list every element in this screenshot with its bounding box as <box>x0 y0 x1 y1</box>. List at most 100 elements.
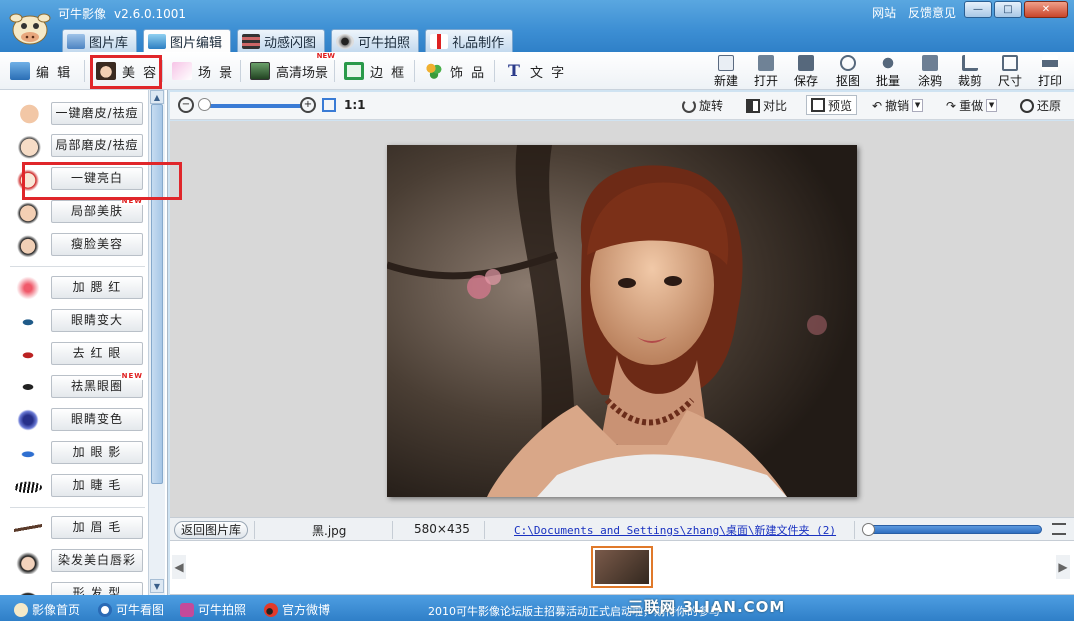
list-item: 局部磨皮/祛痘 <box>14 133 144 159</box>
open-button[interactable]: 打开 <box>748 55 784 89</box>
minimize-button[interactable]: — <box>964 1 992 18</box>
tool-label: 尺寸 <box>997 74 1022 88</box>
camera-link[interactable]: 可牛拍照 <box>180 601 246 618</box>
subtab-text[interactable]: T 文 字 <box>504 58 566 84</box>
zoom-in-icon[interactable]: + <box>300 97 316 113</box>
weibo-link[interactable]: 官方微博 <box>264 601 330 618</box>
animation-icon <box>242 33 261 49</box>
enlarge-eyes-button[interactable]: 眼睛变大 <box>51 309 143 332</box>
partial-skin-button[interactable]: 局部美肤 NEW <box>51 197 144 223</box>
list-item: 祛黑眼圈 NEW <box>14 372 144 400</box>
sub-toolbar: 编 辑 美 容 场 景 高清场景 NEW 边 框 饰 品 T 文 字 新建 打开… <box>0 52 1074 90</box>
redo-button[interactable]: ↷ 重做 ▼ <box>946 97 998 114</box>
viewer-link[interactable]: 可牛看图 <box>98 601 164 618</box>
add-blush-button[interactable]: 加 腮 红 <box>51 276 143 299</box>
filmstrip-next-icon[interactable]: ▶ <box>1056 555 1070 579</box>
link-label: 影像首页 <box>32 603 81 617</box>
subtab-hd-scene[interactable]: 高清场景 NEW <box>250 52 337 84</box>
rotate-button[interactable]: 旋转 <box>682 97 723 114</box>
fit-window-icon[interactable] <box>322 98 336 112</box>
zoom-out-icon[interactable]: − <box>178 97 194 113</box>
crop-button[interactable]: 裁剪 <box>952 55 988 89</box>
subtab-frame[interactable]: 边 框 <box>344 58 406 84</box>
divider <box>10 266 145 267</box>
filmstrip-prev-icon[interactable]: ◀ <box>172 555 186 579</box>
undo-button[interactable]: ↶ 撤销 ▼ <box>872 97 924 114</box>
remove-dark-circles-button[interactable]: 祛黑眼圈 NEW <box>51 372 144 398</box>
home-link[interactable]: 影像首页 <box>14 601 80 618</box>
subtab-label: 高清场景 <box>276 65 329 81</box>
new-button[interactable]: 新建 <box>708 55 744 89</box>
slider-handle[interactable] <box>862 523 875 536</box>
close-button[interactable]: ✕ <box>1024 1 1068 18</box>
subtab-label: 饰 品 <box>450 65 487 81</box>
slim-face-icon <box>14 232 42 258</box>
zoom-slider-handle[interactable] <box>198 98 211 111</box>
beauty-tab-highlight <box>90 55 162 89</box>
restore-icon <box>1020 98 1034 113</box>
zoom-slider[interactable] <box>202 104 302 108</box>
print-button[interactable]: 打印 <box>1032 55 1068 89</box>
batch-button[interactable]: 批量 <box>870 55 906 89</box>
list-item: 瘦脸美容 <box>14 232 144 258</box>
printer-icon <box>1042 55 1058 71</box>
hair-dye-icon <box>14 548 42 574</box>
subtab-edit[interactable]: 编 辑 <box>10 58 72 84</box>
add-eyebrow-button[interactable]: 加 眉 毛 <box>51 516 143 539</box>
main-tabs: 图片库 图片编辑 动感闪图 可牛拍照 礼品制作 <box>62 29 514 52</box>
thumbnail-item[interactable] <box>591 546 653 588</box>
hairstyle-button[interactable]: 形 发 型 <box>51 582 143 595</box>
photo-preview[interactable] <box>387 145 857 497</box>
scroll-down-icon[interactable]: ▼ <box>150 579 164 593</box>
tab-animation[interactable]: 动感闪图 <box>237 29 326 52</box>
top-links: 网站 反馈意见 <box>864 4 956 21</box>
maximize-button[interactable]: □ <box>994 1 1022 18</box>
slim-face-button[interactable]: 瘦脸美容 <box>51 233 143 256</box>
cutout-icon <box>840 55 856 71</box>
cutout-button[interactable]: 抠图 <box>830 55 866 89</box>
app-title: 可牛影像 v2.6.0.1001 <box>58 5 186 22</box>
subtab-label: 文 字 <box>530 65 567 81</box>
zoom-actual-size[interactable]: 1:1 <box>344 98 366 112</box>
tab-gift[interactable]: 礼品制作 <box>425 29 514 52</box>
file-path-link[interactable]: C:\Documents and Settings\zhang\桌面\新建文件夹… <box>514 522 836 538</box>
menu-icon[interactable] <box>1052 523 1066 535</box>
image-canvas[interactable] <box>170 121 1074 517</box>
one-click-smooth-button[interactable]: 一键磨皮/祛痘 <box>51 102 143 125</box>
subtab-ornament[interactable]: 饰 品 <box>424 58 486 84</box>
eye-color-button[interactable]: 眼睛变色 <box>51 408 143 431</box>
doodle-button[interactable]: 涂鸦 <box>912 55 948 89</box>
resize-button[interactable]: 尺寸 <box>992 55 1028 89</box>
hair-lip-button[interactable]: 染发美白唇彩 <box>51 549 143 572</box>
thumbnail-size-slider[interactable] <box>866 525 1042 534</box>
add-eyelash-button[interactable]: 加 睫 毛 <box>51 474 143 497</box>
subtab-scene[interactable]: 场 景 <box>172 58 234 84</box>
remove-red-eye-button[interactable]: 去 红 眼 <box>51 342 143 365</box>
add-eyeshadow-button[interactable]: 加 眼 影 <box>51 441 143 464</box>
chevron-down-icon[interactable]: ▼ <box>912 99 924 112</box>
tab-image-edit[interactable]: 图片编辑 <box>143 29 232 52</box>
chevron-down-icon[interactable]: ▼ <box>986 99 998 112</box>
hairstyle-icon <box>14 581 42 595</box>
compare-button[interactable]: 对比 <box>746 97 787 114</box>
save-button[interactable]: 保存 <box>788 55 824 89</box>
back-to-gallery-button[interactable]: 返回图片库 <box>174 521 249 539</box>
camera-icon <box>180 602 194 617</box>
tab-gallery[interactable]: 图片库 <box>62 29 138 52</box>
feedback-link[interactable]: 反馈意见 <box>908 6 956 20</box>
weibo-icon <box>264 602 278 617</box>
scroll-up-icon[interactable]: ▲ <box>150 90 164 104</box>
tool-label: 还原 <box>1037 99 1062 113</box>
item-label: 局部美肤 <box>70 204 123 218</box>
website-link[interactable]: 网站 <box>872 6 896 20</box>
preview-button[interactable]: 预览 <box>806 95 858 115</box>
frame-icon <box>344 62 364 80</box>
subtab-label: 场 景 <box>198 65 235 81</box>
restore-button[interactable]: 还原 <box>1020 97 1061 114</box>
item-label: 祛黑眼圈 <box>70 379 123 393</box>
partial-smooth-button[interactable]: 局部磨皮/祛痘 <box>51 134 143 157</box>
tool-label: 旋转 <box>699 99 724 113</box>
image-dimensions: 580×435 <box>414 522 470 536</box>
scroll-thumb[interactable] <box>151 104 163 484</box>
tab-camera[interactable]: 可牛拍照 <box>331 29 420 52</box>
